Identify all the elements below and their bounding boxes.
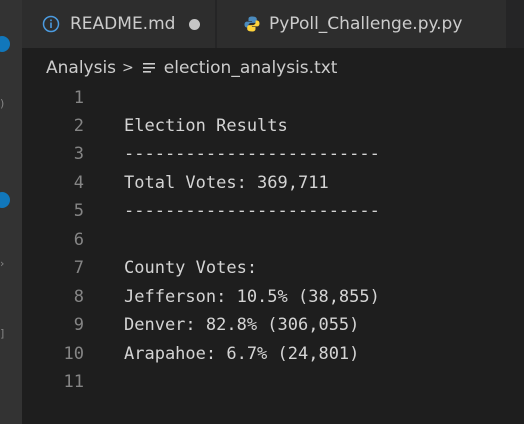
editor-line[interactable]: 3 ------------------------- — [22, 140, 524, 168]
line-text[interactable]: ------------------------- — [84, 144, 380, 164]
notification-badge[interactable] — [0, 192, 10, 208]
editor-line[interactable]: 11 — [22, 368, 524, 396]
line-number: 9 — [73, 315, 84, 335]
line-text[interactable]: County Votes: — [84, 258, 257, 278]
notification-badge[interactable] — [0, 36, 10, 52]
line-number: 7 — [73, 258, 84, 278]
editor-line[interactable]: 7 County Votes: — [22, 254, 524, 282]
line-number: 1 — [73, 88, 84, 108]
line-text[interactable]: ------------------------- — [84, 201, 380, 221]
editor-line[interactable]: 6 — [22, 226, 524, 254]
line-text[interactable]: Total Votes: 369,711 — [84, 173, 329, 193]
line-number: 6 — [73, 230, 84, 250]
bracket-icon[interactable]: ] — [0, 328, 10, 340]
breadcrumb-folder[interactable]: Analysis — [46, 58, 116, 78]
editor-line[interactable]: 8 Jefferson: 10.5% (38,855) — [22, 283, 524, 311]
line-text[interactable]: Arapahoe: 6.7% (24,801) — [84, 344, 359, 364]
breadcrumb-file[interactable]: election_analysis.txt — [164, 58, 338, 78]
editor-line[interactable]: 5 ------------------------- — [22, 197, 524, 225]
activity-icon[interactable]: ) — [0, 98, 10, 110]
editor-line[interactable]: 4 Total Votes: 369,711 — [22, 169, 524, 197]
line-number: 11 — [63, 372, 84, 392]
line-number: 8 — [73, 287, 84, 307]
chevron-right-icon[interactable]: › — [0, 258, 10, 270]
line-number: 2 — [73, 116, 84, 136]
line-number: 3 — [73, 144, 84, 164]
breadcrumb-separator: > — [122, 60, 134, 76]
line-text[interactable]: Election Results — [84, 116, 288, 136]
line-text[interactable]: Jefferson: 10.5% (38,855) — [84, 287, 380, 307]
tab-label: README.md — [70, 14, 176, 34]
editor-line[interactable]: 10 Arapahoe: 6.7% (24,801) — [22, 340, 524, 368]
breadcrumb: Analysis > election_analysis.txt — [46, 56, 337, 80]
editor-line[interactable]: 1 — [22, 84, 524, 112]
activity-bar: ) › ] — [0, 0, 22, 424]
tab-label: PyPoll_Challenge.py.py — [269, 14, 463, 34]
line-number: 5 — [73, 201, 84, 221]
vscode-window: ) › ] README.md PyPoll_Challenge.py.py A… — [0, 0, 524, 424]
tab-bar: README.md PyPoll_Challenge.py.py — [22, 0, 524, 48]
unsaved-dot-icon[interactable] — [189, 18, 201, 30]
editor-text-area[interactable]: 1 2 Election Results 3 -----------------… — [22, 84, 524, 424]
line-number: 10 — [63, 344, 84, 364]
editor-line[interactable]: 2 Election Results — [22, 112, 524, 140]
line-number: 4 — [73, 173, 84, 193]
editor-line[interactable]: 9 Denver: 82.8% (306,055) — [22, 311, 524, 339]
tab-readme[interactable]: README.md — [22, 0, 216, 48]
tab-pypoll-challenge[interactable]: PyPoll_Challenge.py.py — [217, 0, 507, 48]
info-icon — [42, 15, 60, 33]
python-icon — [244, 16, 260, 32]
line-text[interactable]: Denver: 82.8% (306,055) — [84, 315, 359, 335]
text-file-icon — [142, 63, 155, 73]
